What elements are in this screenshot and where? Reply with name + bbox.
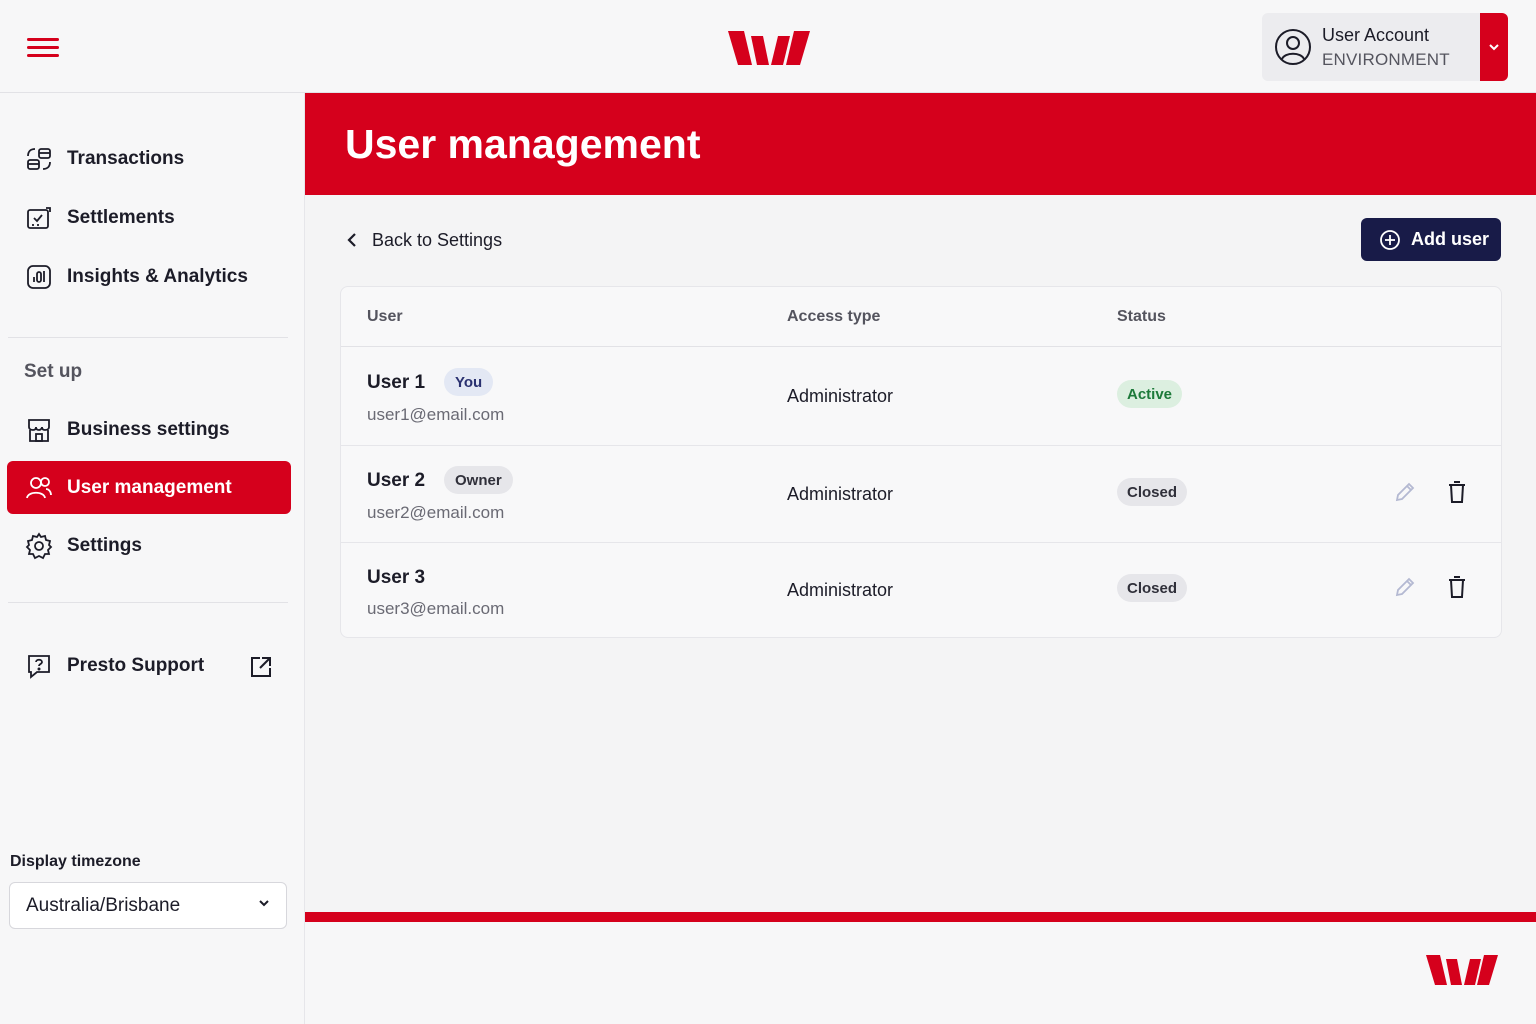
sidebar-item-insights[interactable]: Insights & Analytics xyxy=(7,250,291,303)
settlements-icon xyxy=(25,204,53,232)
trash-icon[interactable] xyxy=(1445,575,1469,599)
trash-icon[interactable] xyxy=(1445,480,1469,504)
sidebar-item-settings[interactable]: Settings xyxy=(7,519,291,572)
plus-circle-icon xyxy=(1380,229,1400,250)
back-to-settings-link[interactable]: Back to Settings xyxy=(344,226,502,254)
timezone-label: Display timezone xyxy=(10,853,141,870)
sidebar-item-user-management[interactable]: User management xyxy=(7,461,291,514)
column-header-access-type: Access type xyxy=(787,308,881,325)
user-email: user3@email.com xyxy=(367,599,505,618)
sidebar-item-label: Transactions xyxy=(67,147,185,169)
external-link-icon[interactable] xyxy=(249,655,273,679)
chevron-left-icon xyxy=(347,233,356,247)
brand-logo-footer xyxy=(1426,955,1498,985)
sidebar-divider xyxy=(8,602,288,603)
sidebar-item-settlements[interactable]: Settlements xyxy=(7,191,291,244)
access-type: Administrator xyxy=(787,386,894,406)
sidebar-divider xyxy=(8,337,288,338)
timezone-value: Australia/Brisbane xyxy=(26,894,181,916)
page-banner: User management xyxy=(305,93,1536,195)
help-chat-icon xyxy=(25,652,53,680)
table-header: User Access type Status xyxy=(341,287,1501,347)
users-icon xyxy=(25,474,53,502)
account-dropdown-button[interactable] xyxy=(1480,13,1508,81)
chevron-down-icon xyxy=(259,900,269,907)
user-name: User 2 xyxy=(367,470,426,491)
sidebar-item-label: Business settings xyxy=(67,418,230,440)
sidebar: Transactions Settlements Insights & Anal… xyxy=(0,93,305,1024)
back-label: Back to Settings xyxy=(372,229,503,250)
user-name: User 3 xyxy=(367,567,426,588)
analytics-icon xyxy=(25,263,53,291)
menu-icon[interactable] xyxy=(27,36,61,60)
gear-icon xyxy=(25,531,53,560)
access-type: Administrator xyxy=(787,484,894,504)
users-table: User Access type Status User 1 You user1… xyxy=(340,286,1502,638)
table-row[interactable]: User 2 Owner user2@email.com Administrat… xyxy=(341,446,1501,543)
brand-logo xyxy=(728,31,810,65)
timezone-select[interactable]: Australia/Brisbane xyxy=(9,882,287,929)
edit-pencil-icon[interactable] xyxy=(1393,480,1417,504)
owner-badge: Owner xyxy=(444,466,513,494)
footer xyxy=(305,922,1536,1024)
table-row[interactable]: User 1 You user1@email.com Administrator… xyxy=(341,347,1501,446)
setup-section-label: Set up xyxy=(24,361,83,382)
account-name: User Account xyxy=(1322,25,1430,45)
status-badge: Closed xyxy=(1117,574,1188,602)
sidebar-item-label: Settlements xyxy=(67,206,175,228)
add-user-label: Add user xyxy=(1411,229,1490,249)
footer-accent-bar xyxy=(305,912,1536,922)
sidebar-item-business-settings[interactable]: Business settings xyxy=(7,403,291,456)
add-user-button[interactable]: Add user xyxy=(1361,218,1501,261)
status-badge: Active xyxy=(1117,380,1183,408)
user-avatar-icon xyxy=(1275,29,1311,65)
sidebar-item-label: User management xyxy=(67,476,232,498)
column-header-status: Status xyxy=(1117,308,1166,325)
access-type: Administrator xyxy=(787,580,894,600)
account-environment: ENVIRONMENT xyxy=(1322,50,1450,69)
user-email: user1@email.com xyxy=(367,405,505,424)
chevron-down-icon xyxy=(1489,44,1499,51)
transactions-icon xyxy=(25,145,53,173)
sidebar-item-presto-support[interactable]: Presto Support xyxy=(7,639,237,692)
sidebar-item-label: Insights & Analytics xyxy=(67,265,248,287)
edit-pencil-icon[interactable] xyxy=(1393,575,1417,599)
store-icon xyxy=(25,416,53,444)
sidebar-item-label: Settings xyxy=(67,534,142,556)
status-badge: Closed xyxy=(1117,478,1188,506)
column-header-user: User xyxy=(367,308,403,325)
you-badge: You xyxy=(444,368,494,396)
user-name: User 1 xyxy=(367,372,426,393)
account-menu[interactable]: User Account ENVIRONMENT xyxy=(1262,13,1508,81)
top-bar: User Account ENVIRONMENT xyxy=(0,0,1536,93)
user-email: user2@email.com xyxy=(367,503,505,522)
page-title: User management xyxy=(345,121,701,167)
sidebar-item-transactions[interactable]: Transactions xyxy=(7,132,291,185)
table-row[interactable]: User 3 user3@email.com Administrator Clo… xyxy=(341,543,1501,637)
sidebar-item-label: Presto Support xyxy=(67,654,205,676)
